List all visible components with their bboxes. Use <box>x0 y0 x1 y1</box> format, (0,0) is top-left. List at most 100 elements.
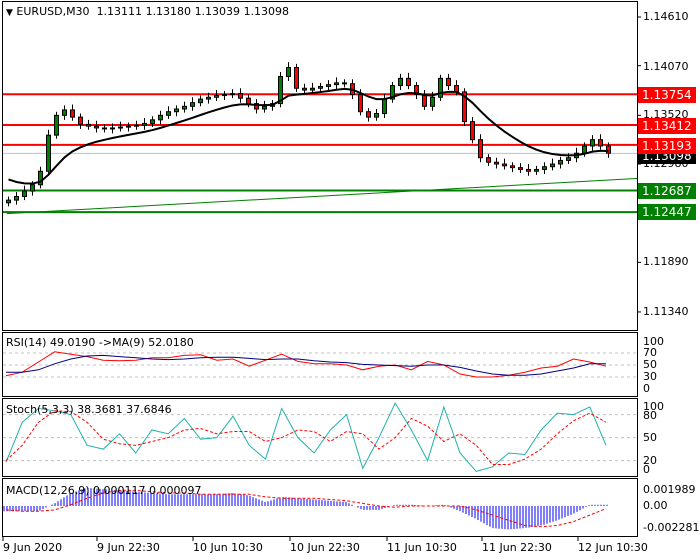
bull-candle <box>318 85 323 89</box>
bull-candle <box>182 105 187 110</box>
bull-candle <box>542 166 547 170</box>
price-tick: 1.14610 <box>643 10 689 23</box>
bull-candle <box>62 109 67 116</box>
bull-candle <box>134 124 139 127</box>
bull-candle <box>326 84 331 87</box>
bull-candle <box>22 190 27 197</box>
bull-candle <box>334 82 339 86</box>
macd-tick: 0.00 <box>643 499 668 512</box>
bear-candle <box>598 139 603 147</box>
bull-candle <box>198 98 203 104</box>
bear-candle <box>518 167 523 170</box>
bull-candle <box>118 126 123 129</box>
bear-candle <box>294 67 299 89</box>
bear-candle <box>358 94 363 113</box>
bull-candle <box>174 108 179 113</box>
bull-candle <box>222 94 227 97</box>
bear-candle <box>406 77 411 87</box>
bear-candle <box>102 127 107 130</box>
bull-candle <box>550 163 555 168</box>
bull-candle <box>262 105 267 110</box>
bull-candle <box>310 87 315 91</box>
resistance-level-tag: 1.13754 <box>638 87 696 103</box>
bull-candle <box>438 77 443 98</box>
bear-candle <box>526 168 531 172</box>
time-tick: 9 Jun 22:30 <box>97 541 160 554</box>
rsi-label: RSI(14) 49.0190 ->MA(9) 52.0180 <box>6 336 194 349</box>
high-value: 1.13180 <box>145 5 192 18</box>
bull-candle <box>6 199 11 204</box>
bull-candle <box>430 96 435 107</box>
low-value: 1.13039 <box>194 5 241 18</box>
stoch-tick: 0 <box>643 463 650 476</box>
symbol-label: EURUSD,M30 <box>16 5 90 18</box>
bull-candle <box>30 184 35 192</box>
bull-candle <box>582 145 587 154</box>
rsi-tick: 0 <box>643 382 650 395</box>
price-tick: 1.11890 <box>643 255 689 268</box>
chart-canvas[interactable] <box>0 0 700 560</box>
collapse-triangle-icon[interactable]: ▼ <box>6 8 13 18</box>
time-tick: 9 Jun 2020 <box>3 541 63 554</box>
open-value: 1.13111 <box>96 5 143 18</box>
support-level-tag: 1.12687 <box>638 183 696 199</box>
time-tick: 11 Jun 10:30 <box>387 541 457 554</box>
macd-label: MACD(12,26,9) 0.000117 0.000097 <box>6 484 202 497</box>
bull-candle <box>558 159 563 165</box>
chart-header: ▼ EURUSD,M30 1.13111 1.13180 1.13039 1.1… <box>6 5 289 18</box>
stoch-tick: 50 <box>643 431 657 444</box>
time-tick: 10 Jun 22:30 <box>290 541 360 554</box>
bear-candle <box>70 109 75 118</box>
bull-candle <box>374 113 379 118</box>
resistance-level-tag: 1.13412 <box>638 118 696 134</box>
bull-candle <box>190 102 195 107</box>
time-tick: 11 Jun 22:30 <box>482 541 552 554</box>
bull-candle <box>590 139 595 147</box>
bull-candle <box>126 125 131 128</box>
bear-candle <box>478 139 483 159</box>
close-value: 1.13098 <box>243 5 290 18</box>
price-tick: 1.14070 <box>643 60 689 73</box>
bear-candle <box>494 161 499 165</box>
bull-candle <box>150 119 155 124</box>
macd-tick: 0.001989 <box>643 483 696 496</box>
bear-candle <box>246 97 251 105</box>
trend-line <box>6 177 638 215</box>
support-level-tag: 1.12447 <box>638 204 696 220</box>
bull-candle <box>166 111 171 116</box>
bear-candle <box>606 145 611 154</box>
bull-candle <box>46 134 51 172</box>
time-tick: 10 Jun 10:30 <box>193 541 263 554</box>
bear-candle <box>422 94 427 107</box>
bull-candle <box>382 98 387 115</box>
stoch-label: Stoch(5,3,3) 38.3681 37.6846 <box>6 403 172 416</box>
time-tick: 12 Jun 10:30 <box>578 541 648 554</box>
stoch-tick: 80 <box>643 409 657 422</box>
bull-candle <box>206 96 211 100</box>
bear-candle <box>86 123 91 127</box>
bear-candle <box>94 125 99 129</box>
bear-candle <box>78 116 83 125</box>
price-tick: 1.11340 <box>643 305 689 318</box>
bull-candle <box>230 93 235 96</box>
bear-candle <box>470 121 475 141</box>
bull-candle <box>398 77 403 87</box>
bear-candle <box>486 157 491 163</box>
bull-candle <box>14 195 19 201</box>
bear-candle <box>302 87 307 91</box>
bear-candle <box>366 111 371 118</box>
bull-candle <box>566 157 571 161</box>
bull-candle <box>54 114 59 136</box>
bull-candle <box>286 67 291 78</box>
bull-candle <box>110 127 115 130</box>
bear-candle <box>502 163 507 167</box>
bull-candle <box>534 168 539 172</box>
bear-candle <box>446 77 451 87</box>
bear-candle <box>342 82 347 85</box>
bull-candle <box>158 114 163 121</box>
macd-tick: -0.002281 <box>643 521 700 534</box>
bear-candle <box>238 93 243 99</box>
resistance-level-tag: 1.13193 <box>638 138 696 154</box>
main-pane-frame <box>2 1 638 331</box>
bull-candle <box>142 122 147 126</box>
